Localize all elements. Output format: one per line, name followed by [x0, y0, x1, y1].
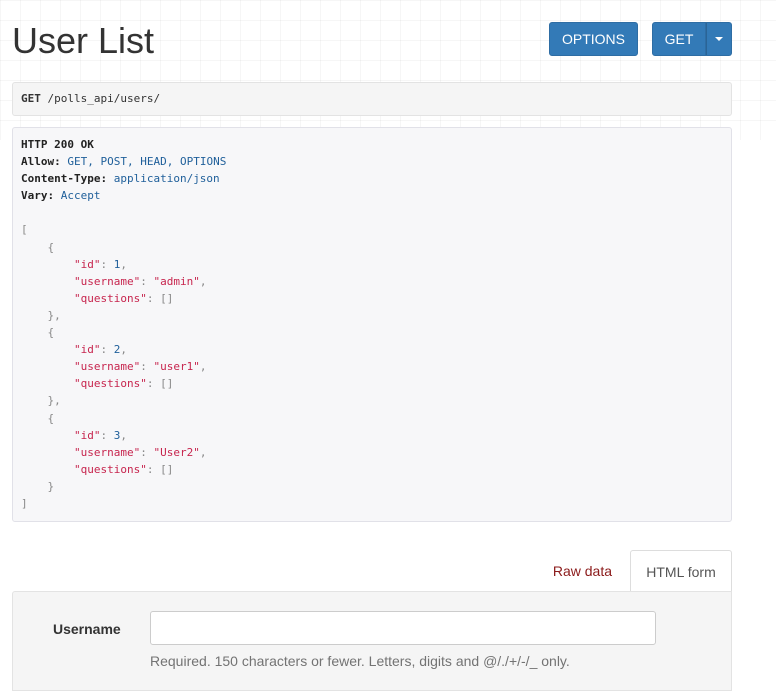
- response-header-key: Vary:: [21, 189, 55, 203]
- get-format-dropdown-button[interactable]: [706, 22, 732, 56]
- json-open-brace: {: [47, 326, 55, 340]
- username-help-text: Required. 150 characters or fewer. Lette…: [150, 653, 570, 669]
- json-value-username: "user1": [153, 360, 200, 374]
- options-button[interactable]: OPTIONS: [549, 22, 638, 56]
- response-header-value: application/json: [113, 172, 220, 186]
- json-open-brace: {: [47, 240, 55, 254]
- json-value-questions: []: [160, 462, 174, 476]
- response-info: HTTP 200 OK Allow: GET, POST, HEAD, OPTI…: [12, 127, 732, 522]
- json-close-brace: }: [47, 479, 55, 493]
- username-label: Username: [53, 621, 121, 637]
- json-close-brace: },: [47, 394, 61, 408]
- json-key-username: "username": [73, 445, 141, 459]
- json-close-brace: },: [47, 308, 61, 322]
- request-path: /polls_api/users/: [47, 92, 161, 105]
- json-value-username: "User2": [153, 445, 200, 459]
- json-key-username: "username": [73, 360, 141, 374]
- html-form-panel: Username Required. 150 characters or few…: [12, 591, 732, 691]
- response-header-value: GET, POST, HEAD, OPTIONS: [67, 155, 227, 169]
- response-header-value: Accept: [60, 189, 101, 203]
- json-key-id: "id": [73, 428, 101, 442]
- json-key-id: "id": [73, 343, 101, 357]
- response-status: HTTP 200 OK: [21, 138, 94, 151]
- tab-raw-data[interactable]: Raw data: [538, 550, 627, 592]
- json-open-bracket: [: [21, 223, 28, 237]
- json-value-username: "admin": [153, 274, 200, 288]
- json-key-questions: "questions": [73, 462, 147, 476]
- response-header-key: Allow:: [21, 155, 61, 169]
- username-input[interactable]: [150, 611, 656, 645]
- json-key-questions: "questions": [73, 291, 147, 305]
- caret-down-icon: [715, 37, 723, 41]
- response-header-key: Content-Type:: [21, 172, 108, 186]
- json-close-bracket: ]: [21, 496, 28, 510]
- request-info: GET /polls_api/users/: [12, 82, 732, 116]
- page-title: User List: [12, 20, 155, 61]
- json-value-questions: []: [160, 291, 174, 305]
- tab-html-form[interactable]: HTML form: [630, 550, 732, 592]
- json-open-brace: {: [47, 411, 55, 425]
- json-key-questions: "questions": [73, 377, 147, 391]
- get-button[interactable]: GET: [652, 22, 706, 56]
- json-key-id: "id": [73, 257, 101, 271]
- json-key-username: "username": [73, 274, 141, 288]
- json-value-questions: []: [160, 377, 174, 391]
- form-tabs: Raw data HTML form: [12, 550, 732, 592]
- request-method: GET: [21, 92, 41, 105]
